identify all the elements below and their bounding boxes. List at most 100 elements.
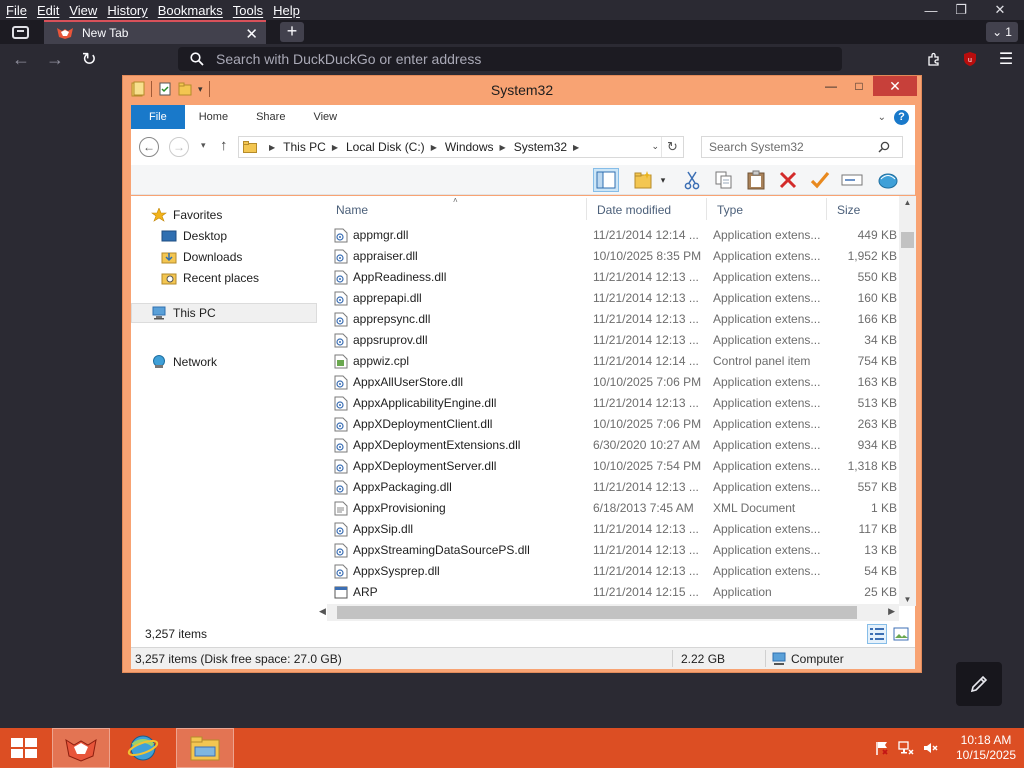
extensions-button[interactable] <box>916 47 952 71</box>
select-all-button[interactable] <box>839 168 865 192</box>
file-row[interactable]: AppxApplicabilityEngine.dll 11/21/2014 12… <box>327 393 903 414</box>
file-row[interactable]: AppReadiness.dll 11/21/2014 12:13 ... Appl… <box>327 267 903 288</box>
file-row[interactable]: AppxAllUserStore.dll 10/10/2025 7:06 PM Ap… <box>327 372 903 393</box>
breadcrumb-arrow-icon[interactable]: ▶ <box>332 143 338 152</box>
firefox-view-button[interactable] <box>6 22 34 42</box>
address-history-icon[interactable]: ⌄ <box>651 141 659 152</box>
file-row[interactable]: AppXDeploymentExtensions.dll 6/30/2020 10… <box>327 435 903 456</box>
windows-start-icon[interactable] <box>8 736 40 760</box>
list-all-tabs-button[interactable]: ⌄ 1 <box>986 22 1018 42</box>
file-row[interactable]: appraiser.dll 10/10/2025 8:35 PM Applicati… <box>327 246 903 267</box>
file-row[interactable]: appmgr.dll 11/21/2014 12:14 ... Applicatio… <box>327 225 903 246</box>
file-row[interactable]: AppxPackaging.dll 11/21/2014 12:13 ... App… <box>327 477 903 498</box>
restore-button[interactable]: ❐ <box>946 0 976 20</box>
tab-share[interactable]: Share <box>242 105 299 129</box>
cut-button[interactable] <box>679 168 705 192</box>
tab-file[interactable]: File <box>131 105 185 129</box>
menu-edit[interactable]: Edit <box>32 3 64 18</box>
horizontal-scroll-thumb[interactable] <box>337 606 857 619</box>
up-arrow-icon[interactable]: ↑ <box>220 137 228 154</box>
taskbar-firefox[interactable] <box>52 728 110 768</box>
menu-history[interactable]: History <box>102 3 152 18</box>
nav-this-pc[interactable]: This PC <box>131 303 317 323</box>
menu-help[interactable]: Help <box>268 3 305 18</box>
breadcrumb-arrow-icon[interactable]: ▶ <box>573 143 579 152</box>
tab-view[interactable]: View <box>299 105 351 129</box>
column-type[interactable]: Type <box>717 203 743 217</box>
explorer-maximize-button[interactable]: □ <box>845 76 873 96</box>
forward-arrow-icon[interactable]: → <box>169 137 189 157</box>
nav-favorites[interactable]: Favorites <box>151 208 222 222</box>
file-row[interactable]: apprepsync.dll 11/21/2014 12:13 ... Applic… <box>327 309 903 330</box>
file-row[interactable]: AppxSysprep.dll 11/21/2014 12:13 ... Appli… <box>327 561 903 582</box>
minimize-button[interactable]: — <box>916 0 946 20</box>
scroll-down-icon[interactable]: ▼ <box>899 595 916 604</box>
scroll-up-icon[interactable]: ▲ <box>899 198 916 207</box>
nav-network[interactable]: Network <box>151 355 217 369</box>
new-item-button[interactable] <box>631 168 657 192</box>
breadcrumb-local-disk[interactable]: Local Disk (C:) <box>346 140 425 154</box>
taskbar-internet-explorer[interactable] <box>114 728 172 768</box>
file-row[interactable]: appwiz.cpl 11/21/2014 12:14 ... Control pa… <box>327 351 903 372</box>
url-input[interactable] <box>216 51 816 67</box>
properties-button[interactable] <box>875 168 901 192</box>
file-row[interactable]: AppxProvisioning 6/18/2013 7:45 AM XML Doc… <box>327 498 903 519</box>
ublock-button[interactable]: u <box>952 47 988 71</box>
breadcrumb-windows[interactable]: Windows <box>445 140 494 154</box>
breadcrumb-system32[interactable]: System32 <box>514 140 567 154</box>
details-view-button[interactable] <box>867 624 887 644</box>
column-name[interactable]: Name <box>336 203 368 217</box>
explorer-minimize-button[interactable]: — <box>817 76 845 96</box>
file-row[interactable]: AppXDeploymentServer.dll 10/10/2025 7:54 … <box>327 456 903 477</box>
action-center-icon[interactable] <box>870 728 894 768</box>
file-row[interactable]: AppxStreamingDataSourcePS.dll 11/21/2014 … <box>327 540 903 561</box>
column-date-modified[interactable]: Date modified <box>597 203 671 217</box>
search-box[interactable] <box>701 136 903 158</box>
file-row[interactable]: appsruprov.dll 11/21/2014 12:13 ... Applic… <box>327 330 903 351</box>
vertical-scroll-thumb[interactable] <box>901 232 914 248</box>
file-row[interactable]: AppXDeploymentClient.dll 10/10/2025 7:06 … <box>327 414 903 435</box>
new-tab-button[interactable]: + <box>280 22 304 42</box>
nav-desktop[interactable]: Desktop <box>161 229 227 243</box>
menu-tools[interactable]: Tools <box>228 3 268 18</box>
file-row[interactable]: AppxSip.dll 11/21/2014 12:13 ... Applicati… <box>327 519 903 540</box>
refresh-icon[interactable]: ↻ <box>661 137 683 157</box>
edit-button[interactable] <box>956 662 1002 706</box>
delete-button[interactable] <box>775 168 801 192</box>
volume-tray-icon[interactable] <box>918 728 942 768</box>
large-icons-view-button[interactable] <box>891 624 911 644</box>
column-divider[interactable] <box>826 198 827 220</box>
search-input[interactable] <box>702 140 878 154</box>
nav-recent-places[interactable]: Recent places <box>161 271 259 285</box>
scroll-right-icon[interactable]: ▶ <box>888 606 895 617</box>
network-tray-icon[interactable] <box>894 728 918 768</box>
back-arrow-icon[interactable]: ← <box>139 137 159 157</box>
back-button[interactable]: ← <box>10 48 32 70</box>
address-bar[interactable]: ▶ This PC ▶ Local Disk (C:) ▶ Windows ▶ … <box>238 136 684 158</box>
vertical-scrollbar[interactable]: ▲ ▼ <box>899 196 916 606</box>
menu-file[interactable]: File <box>0 3 32 18</box>
breadcrumb-arrow-icon[interactable]: ▶ <box>500 143 506 152</box>
explorer-close-button[interactable]: ✕ <box>873 76 917 96</box>
breadcrumb-arrow-icon[interactable]: ▶ <box>269 143 275 152</box>
expand-ribbon-icon[interactable]: ⌄ <box>878 112 886 123</box>
tab-new-tab[interactable]: New Tab ✕ <box>44 20 266 44</box>
tab-home[interactable]: Home <box>185 105 242 129</box>
url-bar[interactable] <box>178 47 842 71</box>
preview-pane-button[interactable] <box>593 168 619 192</box>
clock[interactable]: 10:18 AM 10/15/2025 <box>948 733 1024 763</box>
breadcrumb-this-pc[interactable]: This PC <box>283 140 326 154</box>
close-tab-icon[interactable]: ✕ <box>245 25 258 43</box>
horizontal-scrollbar[interactable]: ◀ ▶ <box>319 604 899 621</box>
menu-view[interactable]: View <box>64 3 102 18</box>
new-item-dropdown[interactable]: ▾ <box>657 168 669 192</box>
file-row[interactable]: ARP 11/21/2014 12:15 ... Application 25 KB <box>327 582 903 603</box>
column-size[interactable]: Size <box>837 203 860 217</box>
taskbar-file-explorer[interactable] <box>176 728 234 768</box>
nav-downloads[interactable]: Downloads <box>161 250 242 264</box>
reload-button[interactable]: ↻ <box>78 48 100 70</box>
rename-button[interactable] <box>807 168 833 192</box>
column-divider[interactable] <box>706 198 707 220</box>
scroll-left-icon[interactable]: ◀ <box>319 606 326 617</box>
help-icon[interactable]: ? <box>894 109 909 125</box>
